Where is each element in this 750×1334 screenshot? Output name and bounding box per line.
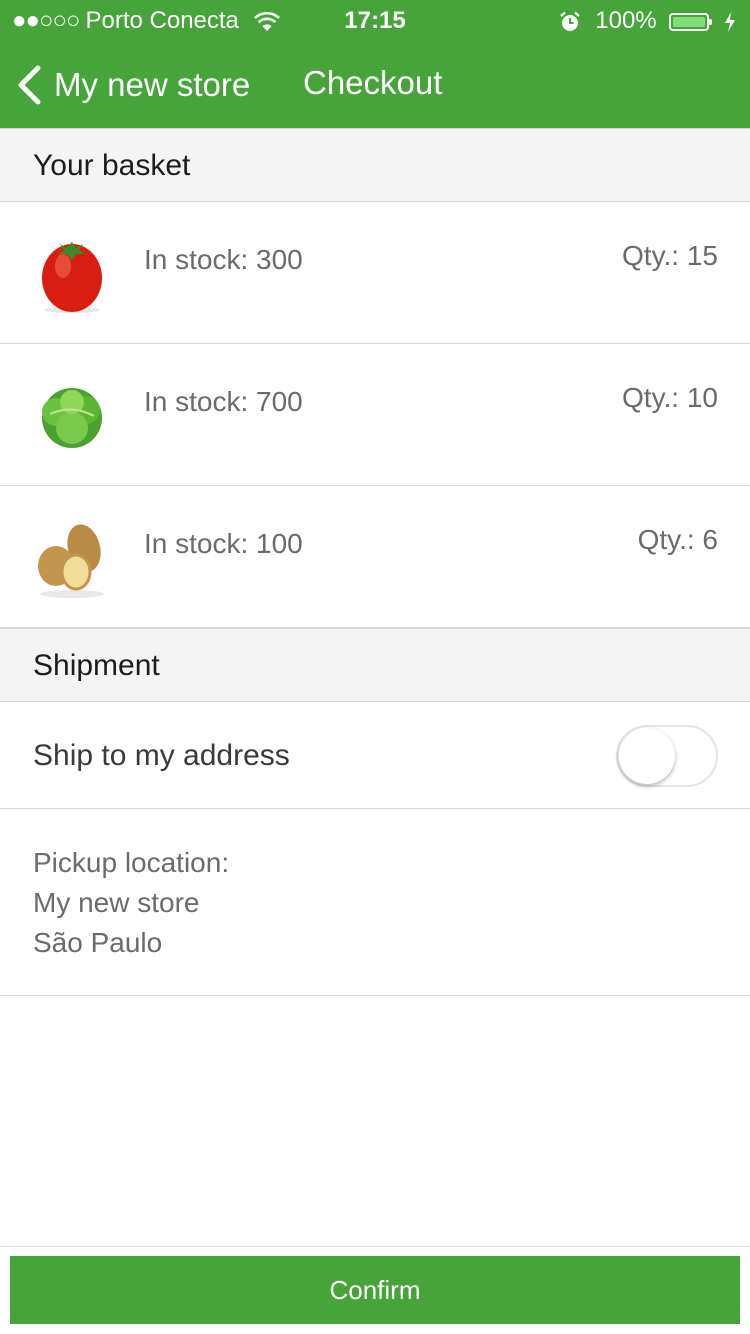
item-stock: In stock: 100: [144, 528, 303, 559]
navigation-bar: My new store Checkout: [0, 42, 750, 128]
item-quantity: Qty.: 10: [622, 382, 718, 413]
charging-bolt-icon: [725, 11, 735, 32]
shipment-section-header: Shipment: [0, 628, 750, 702]
status-right: 100%: [559, 0, 736, 42]
alarm-icon: [559, 11, 580, 31]
item-stock: In stock: 700: [144, 386, 303, 417]
chevron-left-icon: [18, 65, 41, 105]
basket-header-label: Your basket: [33, 149, 191, 182]
tomato-image: [42, 242, 102, 313]
ship-to-address-toggle[interactable]: [616, 725, 718, 787]
basket-item-potato[interactable]: In stock: 100 Qty.: 6: [0, 486, 750, 628]
item-quantity: Qty.: 6: [637, 524, 718, 555]
basket-item-lettuce[interactable]: In stock: 700 Qty.: 10: [0, 344, 750, 486]
item-stock: In stock: 300: [144, 244, 303, 275]
page-title: Checkout: [303, 64, 443, 101]
pickup-label: Pickup location:: [33, 847, 230, 878]
basket-item-tomato[interactable]: In stock: 300 Qty.: 15: [0, 202, 750, 344]
pickup-store-name: My new store: [33, 887, 200, 918]
back-button[interactable]: My new store: [14, 62, 250, 108]
confirm-button[interactable]: Confirm: [10, 1256, 740, 1324]
potato-image: [38, 524, 104, 598]
basket-section-header: Your basket: [0, 128, 750, 202]
battery-percent: 100%: [595, 7, 657, 34]
pickup-city: São Paulo: [33, 927, 163, 958]
ship-to-address-label: Ship to my address: [33, 739, 290, 772]
lettuce-image: [42, 388, 102, 448]
ship-to-address-row: Ship to my address: [0, 703, 750, 809]
back-label: My new store: [54, 66, 251, 103]
shipment-header-label: Shipment: [33, 649, 160, 682]
item-quantity: Qty.: 15: [622, 240, 718, 271]
app-header: ●●○○○ Porto Conecta 17:15 100% My new st…: [0, 0, 750, 128]
toggle-knob: [619, 728, 675, 784]
battery-icon: [669, 12, 713, 31]
footer-divider: [0, 1246, 750, 1247]
status-bar: ●●○○○ Porto Conecta 17:15 100%: [0, 0, 750, 42]
pickup-location: Pickup location: My new store São Paulo: [0, 809, 750, 996]
